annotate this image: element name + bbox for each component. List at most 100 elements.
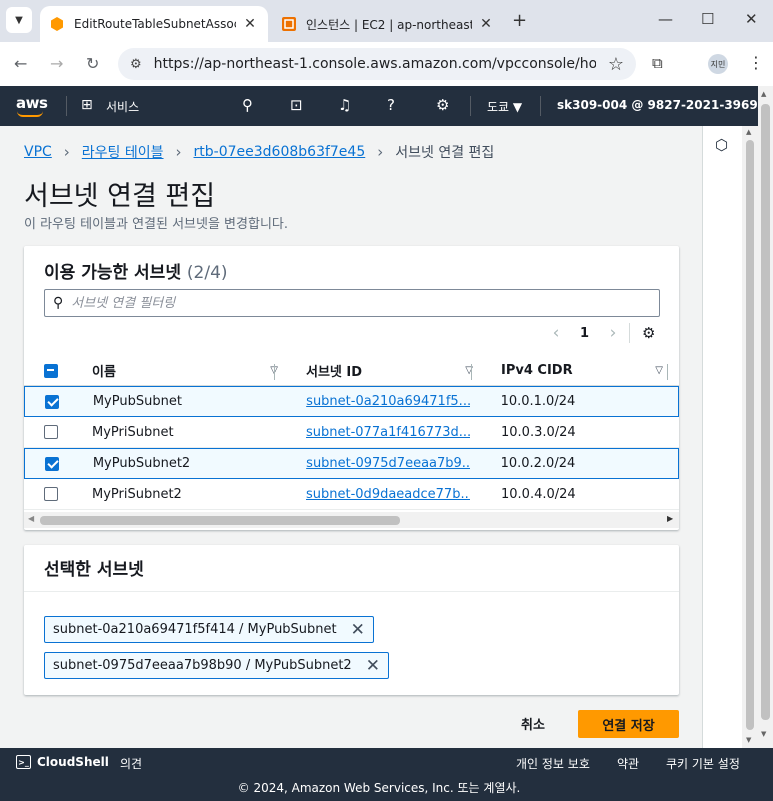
scrollbar-thumb[interactable]: [40, 516, 400, 525]
selected-subnet-token: subnet-0a210a69471f5f414 / MyPubSubnet ✕: [44, 616, 374, 643]
scroll-right-arrow-icon[interactable]: ▶: [667, 514, 673, 523]
extensions-icon[interactable]: ⧉: [652, 54, 663, 72]
feedback-link[interactable]: 의견: [120, 755, 142, 772]
cloudshell-button[interactable]: >_ CloudShell: [16, 755, 109, 769]
column-resizer[interactable]: [667, 364, 668, 380]
scrollbar-thumb[interactable]: [746, 140, 754, 730]
reload-icon[interactable]: ↻: [86, 54, 99, 73]
scroll-down-arrow-icon[interactable]: ▼: [761, 730, 766, 738]
table-row[interactable]: MyPubSubnet2 subnet-0975d7eeaa7b9... 10.…: [24, 448, 679, 479]
subnet-id-link[interactable]: subnet-0a210a69471f5...: [306, 394, 470, 409]
cookie-preferences-link[interactable]: 쿠키 기본 설정: [666, 755, 740, 772]
column-resizer[interactable]: [471, 364, 472, 380]
page-vertical-scrollbar[interactable]: ▲ ▼: [758, 86, 773, 748]
avatar[interactable]: 지민: [708, 54, 728, 74]
browser-tab-inactive[interactable]: 인스턴스 | EC2 | ap-northeast- ✕: [272, 6, 504, 42]
subnet-filter[interactable]: ⚲: [44, 289, 660, 317]
services-grid-icon[interactable]: ⊞: [81, 97, 93, 113]
window-close-icon[interactable]: ✕: [745, 10, 758, 28]
breadcrumb-vpc[interactable]: VPC: [24, 144, 52, 160]
subnet-id-link[interactable]: subnet-0d9daeadce77b...: [306, 487, 470, 502]
site-settings-icon[interactable]: ⚙: [130, 57, 142, 72]
menu-kebab-icon[interactable]: ⋮: [748, 53, 764, 72]
table-header: 이름 ▽ 서브넷 ID ▽ IPv4 CIDR ▽: [24, 356, 679, 386]
remove-token-close-icon[interactable]: ✕: [366, 656, 380, 676]
subnet-id-link[interactable]: subnet-0975d7eeaa7b9...: [306, 456, 470, 471]
minimize-icon[interactable]: —: [658, 10, 673, 28]
scroll-up-arrow-icon[interactable]: ▲: [746, 128, 751, 136]
url-bar[interactable]: ⚙ https://ap-northeast-1.console.aws.ama…: [118, 48, 636, 80]
scroll-down-arrow-icon[interactable]: ▼: [746, 736, 751, 744]
table-row[interactable]: MyPriSubnet subnet-077a1f416773d... 10.0…: [24, 417, 679, 448]
aws-logo[interactable]: aws: [16, 94, 48, 112]
breadcrumb: VPC › 라우팅 테이블 › rtb-07ee3d608b63f7e45 › …: [24, 142, 494, 162]
row-checkbox[interactable]: [44, 425, 58, 439]
cloudshell-icon[interactable]: ⊡: [290, 96, 303, 114]
column-header-name[interactable]: 이름: [92, 361, 116, 380]
table-row[interactable]: MyPriSubnet2 subnet-0d9daeadce77b... 10.…: [24, 479, 679, 510]
selected-subnets-panel: 선택한 서브넷 subnet-0a210a69471f5f414 / MyPub…: [24, 545, 679, 695]
tab-search-icon[interactable]: ▼: [6, 7, 32, 33]
remove-token-close-icon[interactable]: ✕: [351, 620, 365, 640]
scroll-up-arrow-icon[interactable]: ▲: [761, 90, 766, 98]
aws-top-nav: aws ⊞ 서비스 ⚲ ⊡ ♫ ? ⚙ 도쿄 ▼ sk309-004 @ 982…: [0, 86, 773, 126]
subnet-filter-input[interactable]: [71, 295, 659, 311]
breadcrumb-route-table-id[interactable]: rtb-07ee3d608b63f7e45: [194, 144, 366, 160]
scroll-left-arrow-icon[interactable]: ◀: [28, 514, 34, 523]
account-menu[interactable]: sk309-004 @ 9827-2021-3969 ▼: [557, 98, 771, 112]
column-resizer[interactable]: [274, 364, 275, 380]
token-label: subnet-0975d7eeaa7b98b90 / MyPubSubnet2: [53, 658, 352, 673]
available-subnets-title: 이용 가능한 서브넷: [44, 263, 181, 283]
ec2-favicon-icon: [282, 17, 296, 31]
select-all-checkbox[interactable]: [44, 363, 58, 378]
chevron-right-icon[interactable]: ›: [603, 323, 623, 343]
subnets-table: 이름 ▽ 서브넷 ID ▽ IPv4 CIDR ▽ MyPubSubnet: [24, 356, 679, 510]
terms-link[interactable]: 약관: [617, 755, 639, 772]
chevron-left-icon[interactable]: ‹: [546, 323, 566, 343]
search-icon: ⚲: [53, 295, 64, 311]
services-menu[interactable]: 서비스: [106, 98, 139, 115]
selected-subnets-title: 선택한 서브넷: [44, 560, 144, 580]
table-preferences-gear-icon[interactable]: ⚙: [642, 324, 655, 342]
close-icon[interactable]: ✕: [242, 16, 258, 32]
cancel-button[interactable]: 취소: [521, 714, 545, 733]
subnet-name: MyPubSubnet: [92, 394, 182, 409]
settings-icon[interactable]: ⚙: [436, 96, 449, 114]
row-checkbox[interactable]: [44, 487, 58, 501]
privacy-link[interactable]: 개인 정보 보호: [516, 755, 590, 772]
right-tools-panel: ⬡: [702, 126, 742, 748]
content-vertical-scrollbar[interactable]: ▲ ▼: [742, 126, 758, 748]
tools-panel-icon[interactable]: ⬡: [715, 136, 728, 154]
breadcrumb-route-tables[interactable]: 라우팅 테이블: [82, 142, 164, 162]
url-text[interactable]: https://ap-northeast-1.console.aws.amazo…: [154, 56, 596, 72]
forward-icon[interactable]: →: [50, 54, 63, 73]
address-bar: ← → ↻ ⚙ https://ap-northeast-1.console.a…: [0, 42, 773, 86]
table-row[interactable]: MyPubSubnet subnet-0a210a69471f5... 10.0…: [24, 386, 679, 417]
subnet-cidr: 10.0.4.0/24: [501, 486, 576, 502]
column-header-subnet-id[interactable]: 서브넷 ID: [306, 361, 362, 380]
back-icon[interactable]: ←: [14, 54, 27, 73]
region-selector[interactable]: 도쿄 ▼: [487, 98, 522, 115]
maximize-icon[interactable]: ☐: [701, 10, 714, 28]
sort-triangle-icon[interactable]: ▽: [655, 365, 663, 376]
plus-icon[interactable]: +: [512, 10, 527, 31]
close-icon[interactable]: ✕: [478, 16, 494, 32]
chevron-right-icon: ›: [175, 143, 182, 161]
notifications-icon[interactable]: ♫: [338, 96, 351, 114]
scrollbar-thumb[interactable]: [761, 104, 770, 720]
selection-count: (2/4): [186, 263, 228, 283]
table-horizontal-scrollbar[interactable]: ◀ ▶: [24, 512, 679, 528]
row-checkbox[interactable]: [45, 394, 59, 409]
column-header-cidr[interactable]: IPv4 CIDR: [501, 363, 573, 378]
help-icon[interactable]: ?: [387, 96, 395, 114]
subnet-id-link[interactable]: subnet-077a1f416773d...: [306, 425, 470, 440]
chevron-right-icon: ›: [377, 143, 384, 161]
search-icon[interactable]: ⚲: [242, 96, 253, 114]
aws-favicon-icon: [51, 17, 63, 31]
page-number[interactable]: 1: [580, 326, 589, 341]
row-checkbox[interactable]: [45, 456, 59, 471]
save-associations-button[interactable]: 연결 저장: [578, 710, 679, 738]
cloudshell-icon: >_: [16, 755, 31, 769]
bookmark-star-icon[interactable]: ☆: [608, 54, 624, 75]
browser-tab-active[interactable]: EditRouteTableSubnetAssociati ✕: [40, 6, 268, 42]
